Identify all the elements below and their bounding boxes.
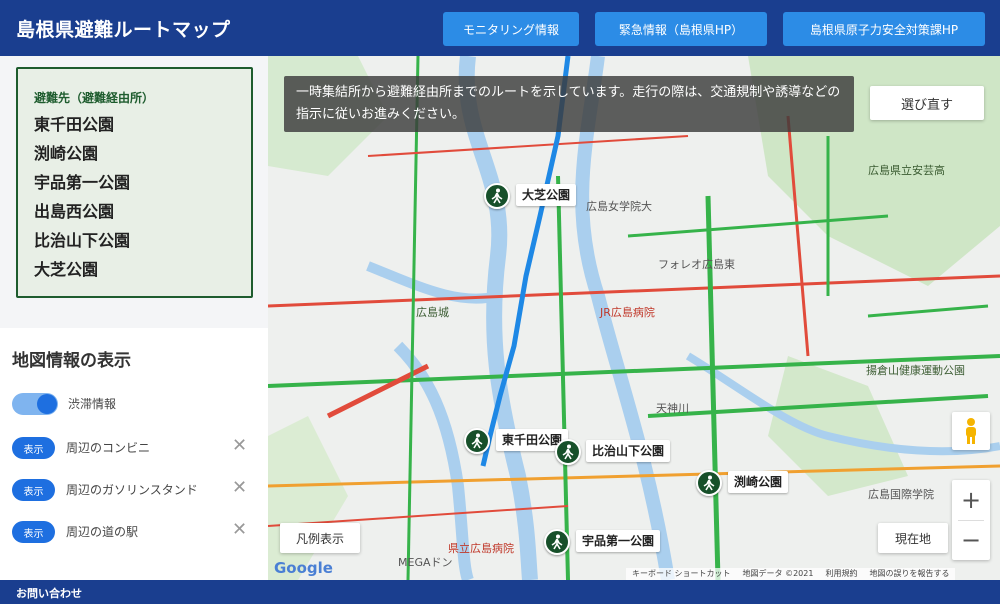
evacuation-marker-icon[interactable] xyxy=(555,439,581,465)
evacuation-marker-icon[interactable] xyxy=(696,470,722,496)
marker-label: 大芝公園 xyxy=(516,184,577,206)
layer-row-convenience: 表示 周辺のコンビニ ✕ xyxy=(0,432,268,462)
destination-item: 出島西公園 xyxy=(34,202,115,221)
place-label: MEGAドン xyxy=(398,556,453,569)
destination-item: 大芝公園 xyxy=(34,260,99,279)
close-icon[interactable]: ✕ xyxy=(232,435,247,456)
place-label: 県立広島病院 xyxy=(448,542,514,555)
destination-item: 東千田公園 xyxy=(34,115,115,134)
marker-label: 比治山下公園 xyxy=(586,440,671,462)
contact-link[interactable]: お問い合わせ xyxy=(16,585,82,601)
close-icon[interactable]: ✕ xyxy=(232,477,247,498)
layer-label: 周辺のコンビニ xyxy=(66,441,151,455)
keyboard-shortcuts-link[interactable]: キーボード ショートカット xyxy=(632,568,731,580)
monitoring-info-button[interactable]: モニタリング情報 xyxy=(443,12,579,46)
place-label: 広島城 xyxy=(416,306,449,319)
layer-row-gas-station: 表示 周辺のガソリンスタンド ✕ xyxy=(0,474,268,504)
destination-heading: 避難先（避難経由所） xyxy=(34,91,155,105)
destination-list: 東千田公園 渕崎公園 宇品第一公園 出島西公園 比治山下公園 大芝公園 xyxy=(34,110,130,284)
place-label: JR広島病院 xyxy=(600,306,655,319)
place-label: 広島県立安芸高 xyxy=(868,164,945,177)
layer-label: 周辺の道の駅 xyxy=(66,525,139,539)
place-label: 揚倉山健康運動公園 xyxy=(866,364,965,377)
place-label: フォレオ広島東 xyxy=(658,258,735,271)
footer: お問い合わせ xyxy=(0,580,1000,604)
map-info-title: 地図情報の表示 xyxy=(12,351,131,371)
evacuation-marker-icon[interactable] xyxy=(484,183,510,209)
emergency-info-button[interactable]: 緊急情報（島根県HP） xyxy=(595,12,767,46)
terms-link[interactable]: 利用規約 xyxy=(825,568,857,580)
place-label: 天神川 xyxy=(656,402,689,415)
marker-label: 渕崎公園 xyxy=(728,471,789,493)
show-gas-station-button[interactable]: 表示 xyxy=(12,479,55,501)
nuclear-safety-hp-button[interactable]: 島根県原子力安全対策課HP xyxy=(783,12,985,46)
google-logo: Google xyxy=(274,559,333,577)
zoom-in-button[interactable]: + xyxy=(952,480,990,520)
close-icon[interactable]: ✕ xyxy=(232,519,247,540)
place-label: 広島女学院大 xyxy=(586,200,652,213)
map-attribution: キーボード ショートカット 地図データ ©2021 利用規約 地図の誤りを報告す… xyxy=(626,568,956,580)
zoom-control: + − xyxy=(952,480,990,560)
report-error-link[interactable]: 地図の誤りを報告する xyxy=(869,568,949,580)
map-info-panel: 地図情報の表示 渋滞情報 表示 周辺のコンビニ ✕ 表示 周辺のガソリンスタンド… xyxy=(0,328,268,580)
evacuation-marker-icon[interactable] xyxy=(544,529,570,555)
reselect-button[interactable]: 選び直す xyxy=(870,86,984,120)
current-location-button[interactable]: 現在地 xyxy=(878,523,948,553)
destination-item: 比治山下公園 xyxy=(34,231,131,250)
app-title: 島根県避難ルートマップ xyxy=(16,19,231,41)
show-convenience-button[interactable]: 表示 xyxy=(12,437,55,459)
marker-label: 宇品第一公園 xyxy=(576,530,661,552)
route-notice: 一時集結所から避難経由所までのルートを示しています。走行の際は、交通規制や誘導な… xyxy=(284,76,854,132)
destination-item: 宇品第一公園 xyxy=(34,173,131,192)
zoom-out-button[interactable]: − xyxy=(952,520,990,560)
destination-card: 避難先（避難経由所） 東千田公園 渕崎公園 宇品第一公園 出島西公園 比治山下公… xyxy=(16,67,253,298)
layer-row-roadside-station: 表示 周辺の道の駅 ✕ xyxy=(0,516,268,546)
toggle-knob xyxy=(37,394,57,414)
traffic-toggle[interactable] xyxy=(12,393,58,415)
destination-item: 渕崎公園 xyxy=(34,144,99,163)
app-header: 島根県避難ルートマップ モニタリング情報 緊急情報（島根県HP） 島根県原子力安… xyxy=(0,0,1000,56)
layer-label: 周辺のガソリンスタンド xyxy=(66,483,198,497)
legend-button[interactable]: 凡例表示 xyxy=(280,523,360,553)
street-view-pegman-icon[interactable] xyxy=(952,412,990,450)
map-canvas[interactable]: 一時集結所から避難経由所までのルートを示しています。走行の際は、交通規制や誘導な… xyxy=(268,56,1000,580)
map-data-credit: 地図データ ©2021 xyxy=(742,569,814,578)
traffic-toggle-label: 渋滞情報 xyxy=(68,397,117,411)
place-label: 広島国際学院 xyxy=(868,488,934,501)
sidebar: 避難先（避難経由所） 東千田公園 渕崎公園 宇品第一公園 出島西公園 比治山下公… xyxy=(0,56,268,580)
show-roadside-station-button[interactable]: 表示 xyxy=(12,521,55,543)
evacuation-marker-icon[interactable] xyxy=(464,428,490,454)
